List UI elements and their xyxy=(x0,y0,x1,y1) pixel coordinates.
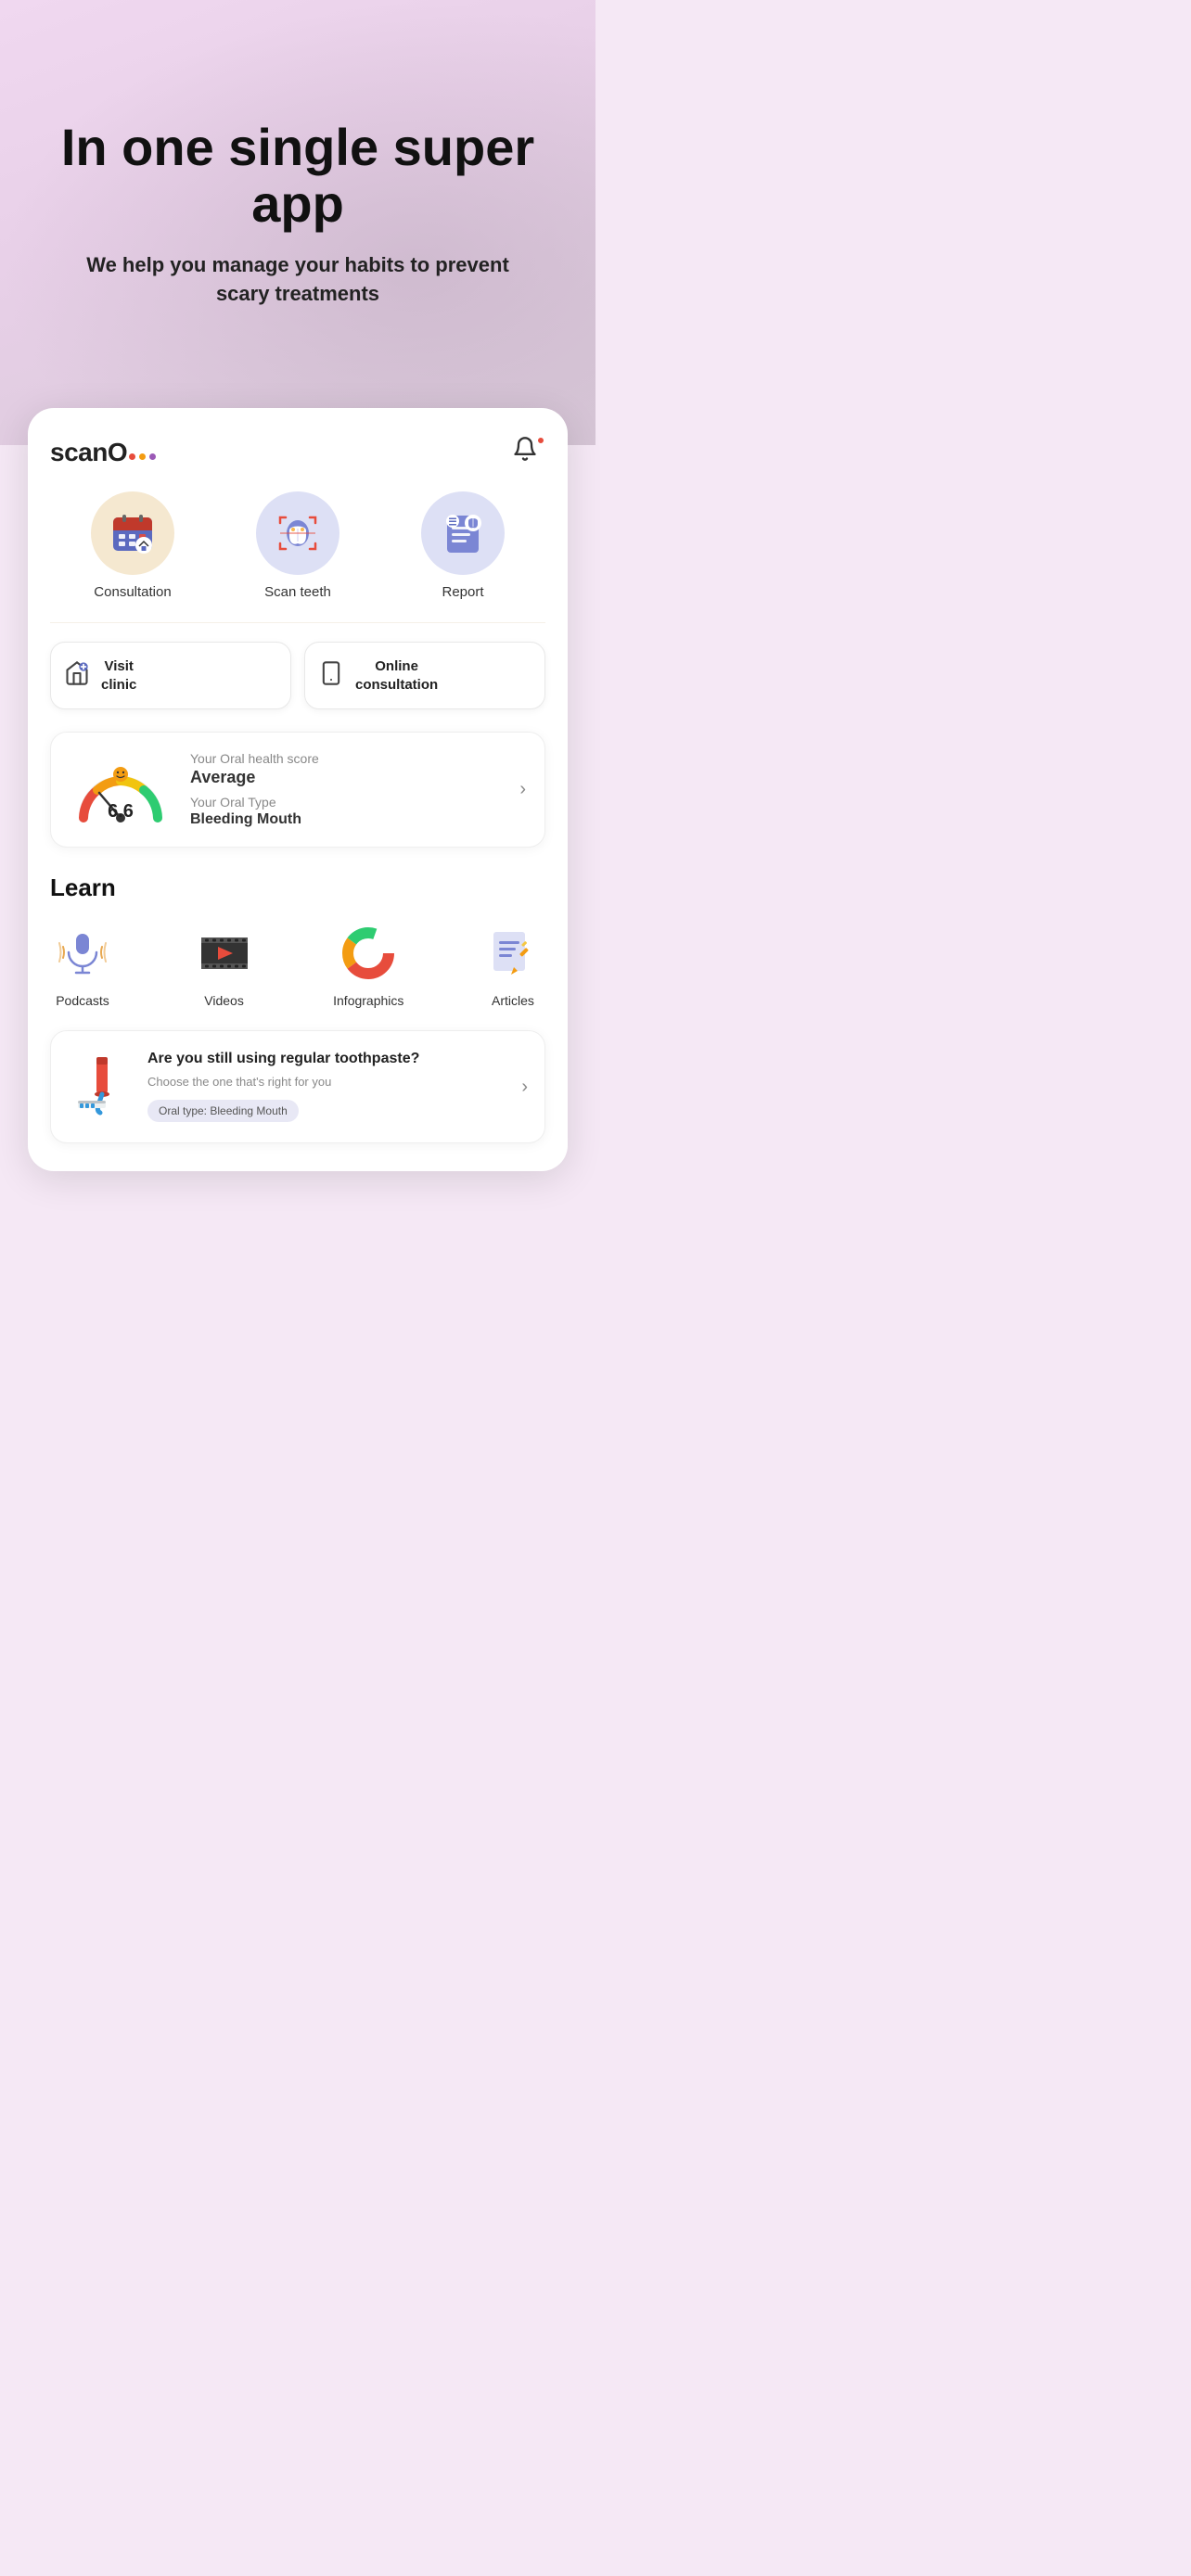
podcasts-label: Podcasts xyxy=(56,993,109,1008)
learn-item-podcasts[interactable]: Podcasts xyxy=(50,921,115,1008)
scan-icon-wrap xyxy=(256,491,339,575)
logo-o: O xyxy=(108,438,127,467)
learn-title: Learn xyxy=(50,874,545,902)
visit-clinic-button[interactable]: Visitclinic xyxy=(50,642,291,709)
logo-dots xyxy=(129,453,156,460)
oral-type-label: Your Oral Type xyxy=(190,795,501,810)
oral-type-value: Bleeding Mouth xyxy=(190,811,501,828)
action-scan[interactable]: Scan teeth xyxy=(256,491,339,600)
article-chevron: › xyxy=(521,1077,528,1098)
notification-bell[interactable] xyxy=(512,436,545,469)
visit-clinic-label: Visitclinic xyxy=(101,657,136,694)
visit-clinic-icon xyxy=(64,660,90,692)
logo-dot-red xyxy=(129,453,135,460)
videos-label: Videos xyxy=(204,993,244,1008)
scan-label: Scan teeth xyxy=(264,584,331,600)
learn-item-videos[interactable]: Videos xyxy=(192,921,257,1008)
online-consultation-icon xyxy=(318,660,344,692)
app-logo: scan O xyxy=(50,438,156,467)
learn-section: Learn xyxy=(50,874,545,1008)
oral-score-info: Your Oral health score Average Your Oral… xyxy=(190,751,501,828)
action-report[interactable]: Report xyxy=(421,491,505,600)
learn-item-articles[interactable]: Articles xyxy=(480,921,545,1008)
infographics-label: Infographics xyxy=(333,993,403,1008)
article-icon-wrap xyxy=(480,921,545,986)
gauge-container: 6.6 xyxy=(70,758,172,823)
infographic-icon-wrap xyxy=(336,921,401,986)
app-card: scan O xyxy=(28,408,568,1171)
hero-subtitle: We help you manage your habits to preven… xyxy=(66,251,530,309)
learn-icons-row: Podcasts xyxy=(50,921,545,1008)
notification-dot xyxy=(536,436,545,445)
hero-title: In one single super app xyxy=(37,119,558,233)
articles-label: Articles xyxy=(492,993,534,1008)
podcast-icon-wrap xyxy=(50,921,115,986)
video-icon-wrap xyxy=(192,921,257,986)
report-icon-wrap xyxy=(421,491,505,575)
gauge-score: 6.6 xyxy=(108,801,134,823)
online-consultation-button[interactable]: Onlineconsultation xyxy=(304,642,545,709)
actions-row: Consultation xyxy=(50,491,545,622)
article-image xyxy=(68,1050,133,1124)
action-consultation[interactable]: Consultation xyxy=(91,491,174,600)
hero-section: In one single super app We help you mana… xyxy=(0,0,596,445)
learn-item-infographics[interactable]: Infographics xyxy=(333,921,403,1008)
article-title: Are you still using regular toothpaste? xyxy=(147,1050,506,1069)
oral-score-value: Average xyxy=(190,768,501,787)
visit-row: Visitclinic Onlineconsultation xyxy=(50,622,545,709)
consultation-label: Consultation xyxy=(94,584,171,600)
oral-health-card[interactable]: 6.6 Your Oral health score Average Your … xyxy=(50,732,545,848)
app-header: scan O xyxy=(50,436,545,469)
online-consultation-label: Onlineconsultation xyxy=(355,657,438,694)
logo-dot-purple xyxy=(149,453,156,460)
article-subtitle: Choose the one that's right for you xyxy=(147,1075,506,1089)
article-card[interactable]: Are you still using regular toothpaste? … xyxy=(50,1030,545,1143)
logo-dot-yellow xyxy=(139,453,146,460)
article-tag: Oral type: Bleeding Mouth xyxy=(147,1100,299,1122)
consultation-icon-wrap xyxy=(91,491,174,575)
oral-health-chevron: › xyxy=(519,779,526,800)
oral-score-label: Your Oral health score xyxy=(190,751,501,766)
article-content: Are you still using regular toothpaste? … xyxy=(147,1050,506,1122)
report-label: Report xyxy=(442,584,483,600)
logo-scan-text: scan xyxy=(50,438,108,467)
